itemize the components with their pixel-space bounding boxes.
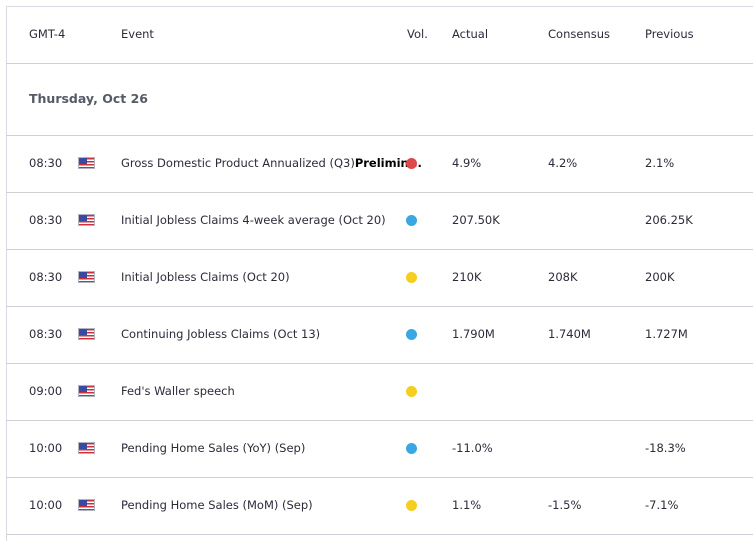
event-name[interactable]: Fed's Waller speech — [121, 384, 235, 398]
event-name[interactable]: Gross Domestic Product Annualized (Q3)Pr… — [121, 156, 422, 170]
event-time: 09:00 — [29, 384, 63, 398]
event-name-text: Fed's Waller speech — [121, 384, 235, 398]
consensus-value: -1.5% — [548, 498, 582, 512]
table-header: GMT-4 Event Vol. Actual Consensus Previo… — [0, 0, 753, 60]
event-row[interactable]: 08:30 Continuing Jobless Claims (Oct 13) 1… — [0, 307, 753, 363]
us-flag-icon — [78, 214, 95, 226]
consensus-value: 208K — [548, 270, 578, 284]
volatility-medium-icon — [406, 386, 417, 397]
header-consensus: Consensus — [548, 27, 610, 41]
us-flag-icon — [78, 271, 95, 283]
event-name-text: Pending Home Sales (YoY) (Sep) — [121, 441, 306, 455]
actual-value: 207.50K — [452, 213, 500, 227]
actual-value: 210K — [452, 270, 482, 284]
previous-value: 2.1% — [645, 156, 675, 170]
event-row[interactable]: 08:30 Initial Jobless Claims (Oct 20) 210K… — [0, 250, 753, 306]
actual-value: 1.1% — [452, 498, 482, 512]
us-flag-icon — [78, 328, 95, 340]
event-row[interactable]: 10:00 Pending Home Sales (MoM) (Sep) 1.1% -… — [0, 478, 753, 534]
event-time: 08:30 — [29, 270, 63, 284]
event-row[interactable]: 08:30 Gross Domestic Product Annualized (… — [0, 136, 753, 192]
actual-value: 1.790M — [452, 327, 495, 341]
previous-value: -7.1% — [645, 498, 679, 512]
previous-value: 206.25K — [645, 213, 693, 227]
consensus-value: 4.2% — [548, 156, 578, 170]
us-flag-icon — [78, 385, 95, 397]
volatility-high-icon — [406, 158, 417, 169]
volatility-low-icon — [406, 215, 417, 226]
event-name-text: Gross Domestic Product Annualized (Q3) — [121, 156, 355, 170]
header-divider — [6, 63, 753, 64]
event-name[interactable]: Initial Jobless Claims 4-week average (O… — [121, 213, 386, 227]
event-time: 08:30 — [29, 156, 63, 170]
volatility-medium-icon — [406, 272, 417, 283]
header-previous: Previous — [645, 27, 694, 41]
volatility-medium-icon — [406, 500, 417, 511]
us-flag-icon — [78, 442, 95, 454]
consensus-value: 1.740M — [548, 327, 591, 341]
event-name-text: Continuing Jobless Claims (Oct 13) — [121, 327, 321, 341]
event-row[interactable]: 10:00 Pending Home Sales (YoY) (Sep) -11.0… — [0, 421, 753, 477]
event-name[interactable]: Continuing Jobless Claims (Oct 13) — [121, 327, 320, 341]
actual-value: -11.0% — [452, 441, 493, 455]
event-name[interactable]: Pending Home Sales (MoM) (Sep) — [121, 498, 313, 512]
us-flag-icon — [78, 157, 95, 169]
volatility-low-icon — [406, 329, 417, 340]
previous-value: 1.727M — [645, 327, 688, 341]
header-timezone[interactable]: GMT-4 — [29, 27, 65, 41]
event-name-text: Initial Jobless Claims (Oct 20) — [121, 270, 290, 284]
volatility-low-icon — [406, 443, 417, 454]
row-divider — [6, 534, 753, 535]
previous-value: -18.3% — [645, 441, 686, 455]
event-name-text: Initial Jobless Claims 4-week average (O… — [121, 213, 386, 227]
event-name-text: Pending Home Sales (MoM) (Sep) — [121, 498, 313, 512]
header-vol: Vol. — [407, 27, 428, 41]
actual-value: 4.9% — [452, 156, 482, 170]
event-row[interactable]: 09:00 Fed's Waller speech — [0, 364, 753, 420]
event-row[interactable]: 08:30 Initial Jobless Claims 4-week avera… — [0, 193, 753, 249]
event-time: 10:00 — [29, 498, 63, 512]
event-time: 10:00 — [29, 441, 63, 455]
header-actual: Actual — [452, 27, 489, 41]
previous-value: 200K — [645, 270, 675, 284]
event-name[interactable]: Pending Home Sales (YoY) (Sep) — [121, 441, 305, 455]
header-event: Event — [121, 27, 154, 41]
event-time: 08:30 — [29, 327, 63, 341]
event-name[interactable]: Initial Jobless Claims (Oct 20) — [121, 270, 290, 284]
us-flag-icon — [78, 499, 95, 511]
date-heading: Thursday, Oct 26 — [29, 91, 148, 106]
event-time: 08:30 — [29, 213, 63, 227]
